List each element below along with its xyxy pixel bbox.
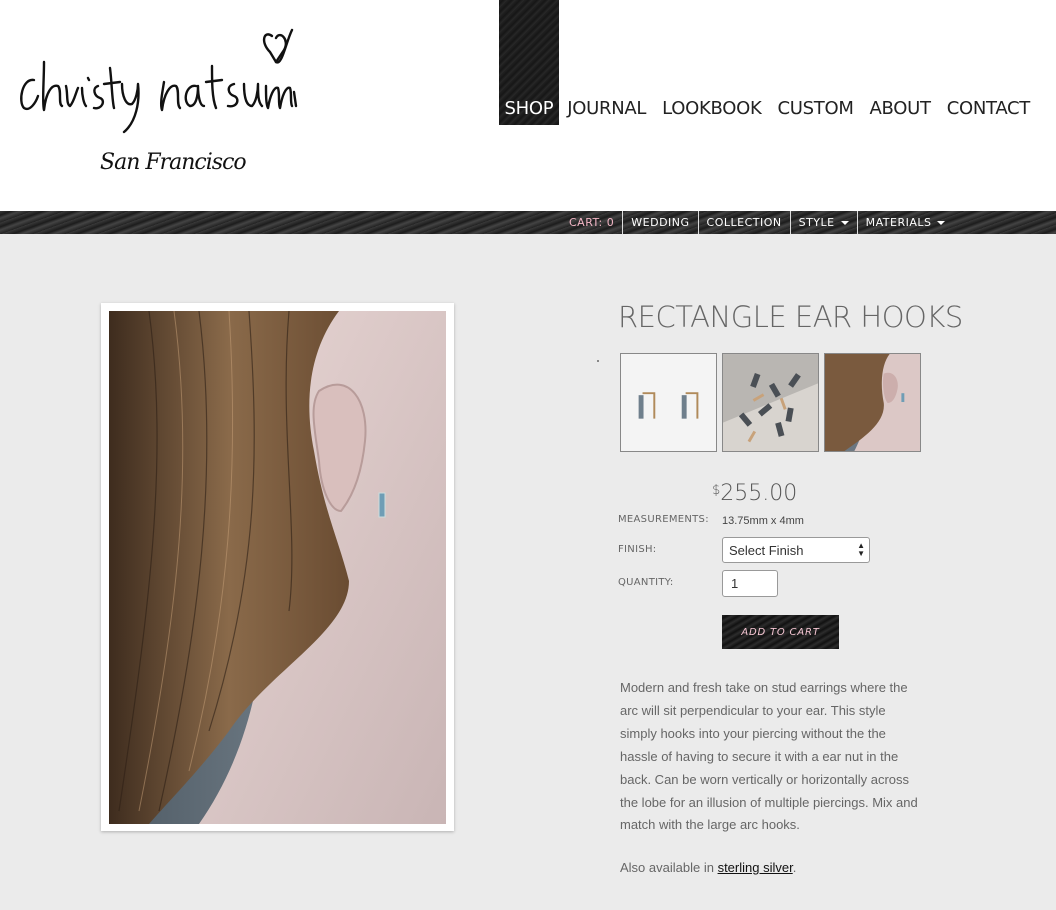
subnav-wedding[interactable]: WEDDING — [623, 211, 699, 234]
sub-nav-bar: CART: 0 WEDDING COLLECTION STYLE MATERIA… — [0, 211, 1056, 234]
subnav-collection[interactable]: COLLECTION — [699, 211, 791, 234]
price-currency: $ — [712, 483, 721, 498]
also-prefix: Also available in — [620, 860, 718, 875]
sub-nav-items: CART: 0 WEDDING COLLECTION STYLE MATERIA… — [561, 211, 953, 234]
product-price: $255.00 — [712, 481, 797, 506]
quantity-label: QUANTITY: — [618, 577, 674, 588]
also-available-text: Also available in sterling silver. — [620, 860, 796, 875]
thumbnail-earrings[interactable] — [620, 353, 717, 452]
main-nav: SHOP JOURNAL LOOKBOOK CUSTOM ABOUT CONTA… — [498, 0, 1039, 125]
subnav-style-label: STYLE — [798, 216, 835, 229]
sterling-silver-link[interactable]: sterling silver — [718, 860, 793, 875]
select-arrows-icon: ▲ ▼ — [857, 541, 865, 558]
nav-custom[interactable]: CUSTOM — [769, 98, 861, 125]
thumbnail-pile[interactable] — [722, 353, 819, 452]
subnav-style[interactable]: STYLE — [791, 211, 858, 234]
product-title: RECTANGLE EAR HOOKS — [618, 300, 963, 334]
price-value: 255.00 — [720, 481, 798, 506]
cart-link[interactable]: CART: 0 — [561, 211, 624, 234]
ear-photo-image — [109, 311, 446, 824]
finish-select[interactable]: Select Finish ▲ ▼ — [722, 537, 870, 563]
subnav-materials[interactable]: MATERIALS — [858, 211, 954, 234]
logo-tagline: San Francisco — [100, 150, 247, 175]
nav-contact[interactable]: CONTACT — [939, 98, 1038, 125]
nav-about[interactable]: ABOUT — [862, 98, 939, 125]
finish-label: FINISH: — [618, 544, 657, 555]
main-product-photo[interactable] — [109, 311, 446, 824]
earrings-thumbnail-image — [621, 354, 716, 451]
also-suffix: . — [792, 860, 797, 875]
measurements-label: MEASUREMENTS: — [618, 514, 709, 525]
thumbnail-model[interactable] — [824, 353, 921, 452]
caret-down-icon — [937, 220, 946, 225]
measurements-value: 13.75mm x 4mm — [722, 515, 804, 527]
pile-thumbnail-image — [723, 354, 818, 451]
site-header: San Francisco SHOP JOURNAL LOOKBOOK CUST… — [0, 0, 1056, 211]
add-to-cart-button[interactable]: ADD TO CART — [722, 615, 839, 649]
caret-down-icon — [840, 220, 849, 225]
main-product-photo-frame — [101, 303, 454, 831]
model-thumbnail-image — [825, 354, 920, 451]
decorative-dot — [597, 360, 599, 362]
nav-shop[interactable]: SHOP — [498, 0, 560, 125]
nav-lookbook[interactable]: LOOKBOOK — [654, 98, 769, 125]
subnav-materials-label: MATERIALS — [865, 216, 932, 229]
quantity-input[interactable]: 1 — [722, 570, 778, 597]
product-description: Modern and fresh take on stud earrings w… — [620, 680, 918, 833]
thumbnail-gallery — [620, 353, 921, 452]
finish-select-value: Select Finish — [729, 543, 804, 558]
nav-journal[interactable]: JOURNAL — [559, 98, 654, 125]
